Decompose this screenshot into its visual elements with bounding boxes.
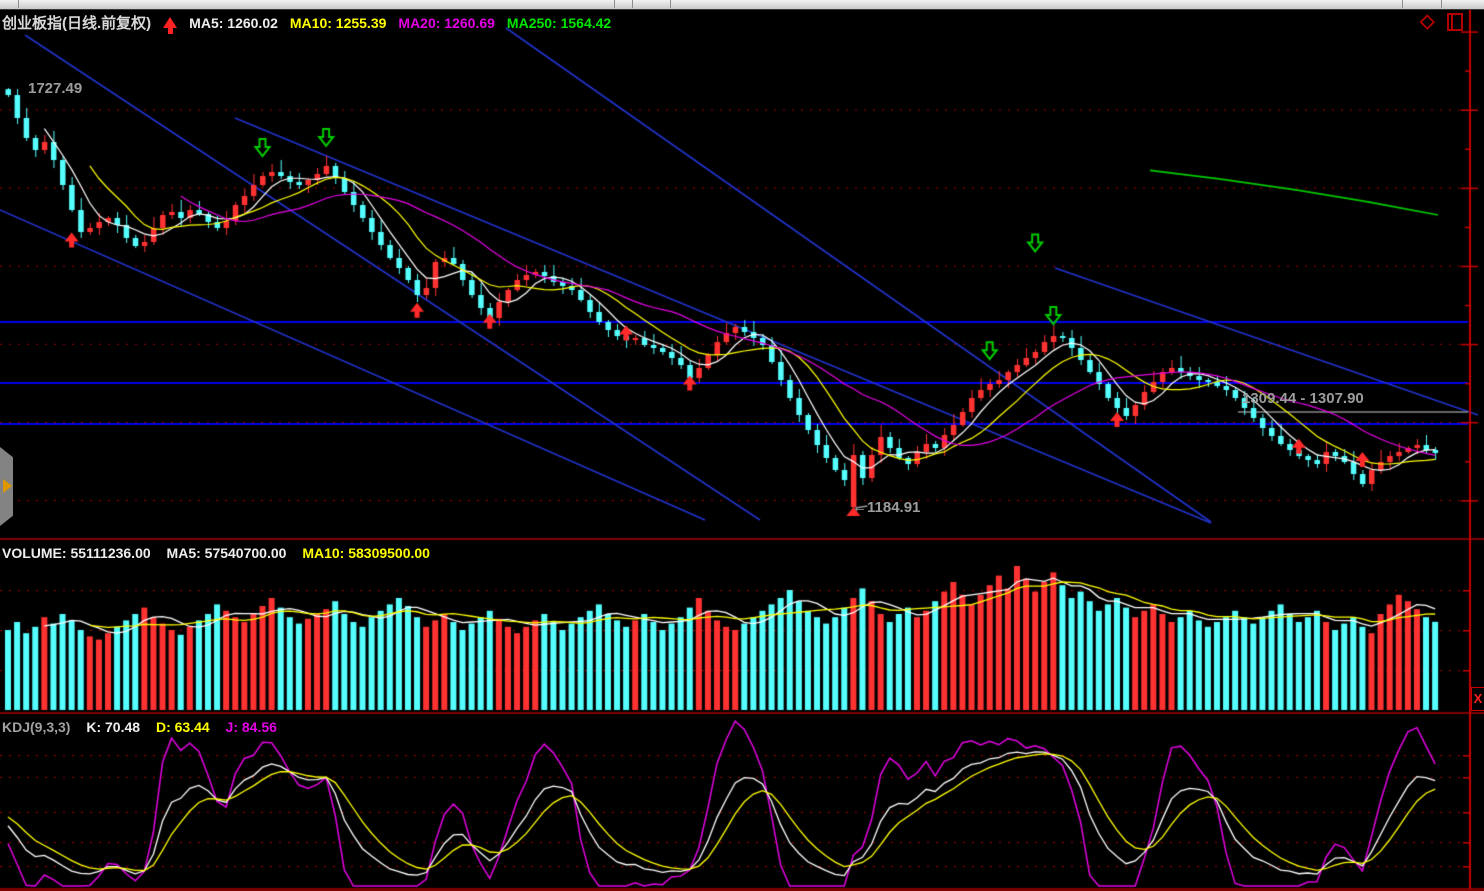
main-chart-header: 创业板指(日线.前复权) MA5: 1260.02 MA10: 1255.39 … [2,12,623,33]
kdj-header: KDJ(9,3,3) K: 70.48 D: 63.44 J: 84.56 [2,719,277,735]
stock-chart-canvas[interactable] [0,0,1484,891]
left-panel-handle[interactable] [0,447,13,526]
ma250-value: MA250: 1564.42 [507,15,611,31]
window-restore-icon[interactable] [1447,13,1463,31]
up-arrow-icon [163,17,177,28]
toolbar-separator [18,0,19,8]
kdj-k-value: K: 70.48 [86,719,140,735]
kdj-name: KDJ(9,3,3) [2,719,70,735]
ma20-value: MA20: 1260.69 [398,15,495,31]
ma10-value: MA10: 1255.39 [290,15,387,31]
kdj-d-value: D: 63.44 [156,719,210,735]
ma5-value: MA5: 1260.02 [189,15,278,31]
close-indicator-button[interactable]: X [1471,687,1484,711]
chart-window: 创业板指(日线.前复权) MA5: 1260.02 MA10: 1255.39 … [0,0,1484,891]
volume-header: VOLUME: 55111236.00 MA5: 57540700.00 MA1… [2,545,430,561]
toolbar-separator [1402,0,1403,8]
toolbar-separator [1441,0,1442,8]
instrument-title: 创业板指(日线.前复权) [2,12,151,33]
volume-ma5-value: MA5: 57540700.00 [167,545,287,561]
volume-ma10-value: MA10: 58309500.00 [302,545,430,561]
high-price-label: 1727.49 [28,80,82,97]
kdj-j-value: J: 84.56 [226,719,277,735]
toolbar-separator [632,0,633,8]
gap-range-label: 1309.44 - 1307.90 [1242,390,1364,407]
expand-right-icon [3,479,12,493]
diamond-icon[interactable]: ◇ [1420,10,1435,33]
volume-value: VOLUME: 55111236.00 [2,545,151,561]
toolbar-separator [614,0,615,8]
low-price-label: ←1184.91 [852,499,920,516]
toolbar-separator [670,0,671,8]
top-toolbar-strip [0,0,1484,10]
